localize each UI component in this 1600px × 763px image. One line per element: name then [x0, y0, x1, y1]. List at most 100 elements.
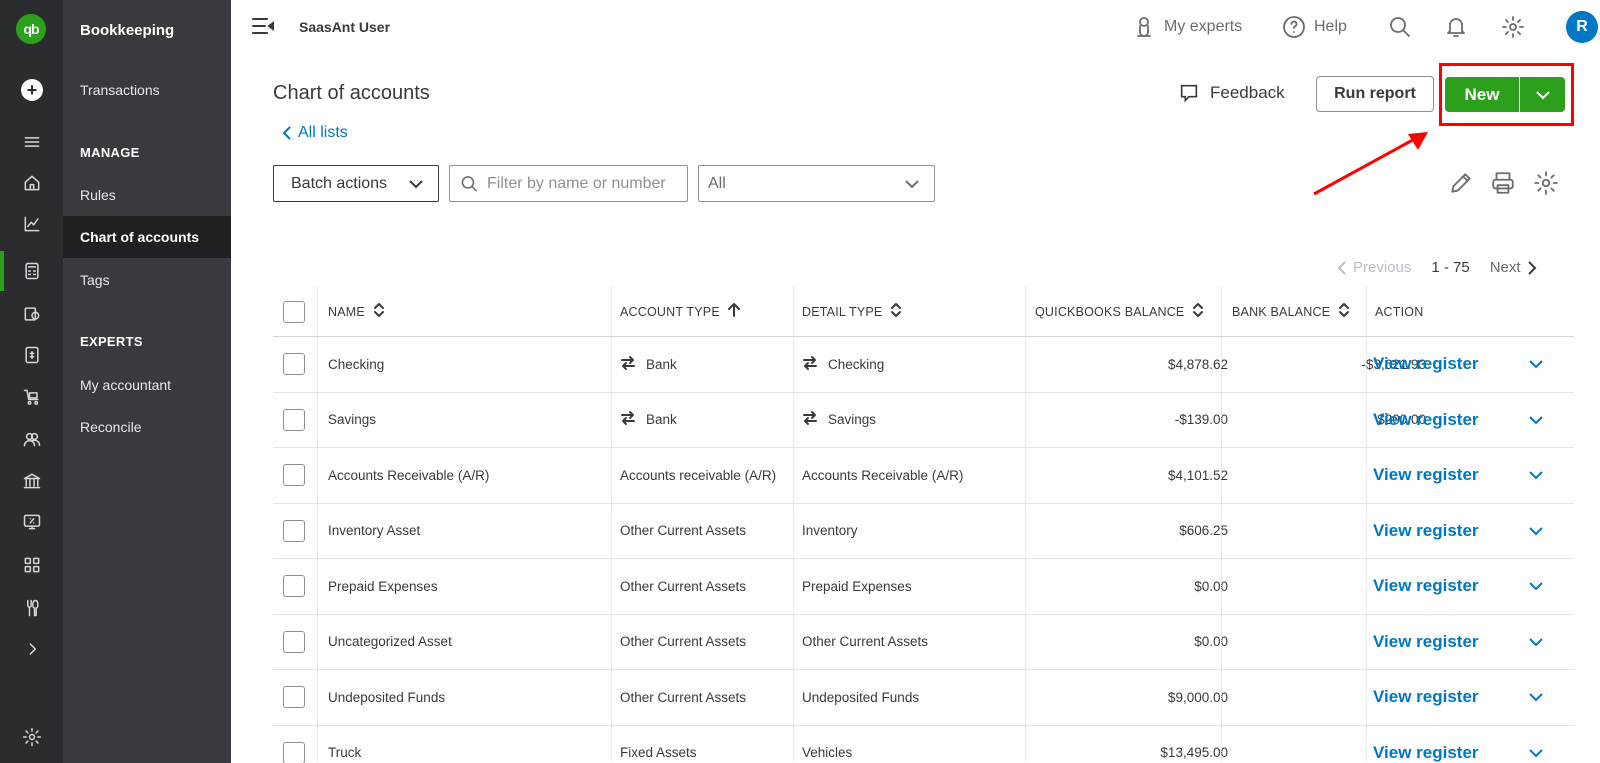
- row-checkbox[interactable]: [283, 464, 305, 487]
- table-row: Inventory Asset Other Current Assets Inv…: [273, 503, 1574, 559]
- run-report-button[interactable]: Run report: [1316, 76, 1434, 112]
- view-register-link[interactable]: View register: [1373, 576, 1479, 596]
- chevron-right-icon[interactable]: [0, 634, 63, 664]
- account-type-filter-select[interactable]: All: [698, 165, 935, 202]
- filter-search-box[interactable]: [449, 165, 688, 202]
- bank-transfer-icon: [802, 410, 818, 429]
- quickbooks-balance: $4,101.52: [1167, 467, 1228, 483]
- row-action-dropdown[interactable]: [1528, 670, 1544, 725]
- sidebar-title: Bookkeeping: [80, 22, 175, 39]
- menu-icon[interactable]: [0, 127, 63, 157]
- row-action-dropdown[interactable]: [1528, 393, 1544, 448]
- bell-icon: [1447, 18, 1465, 37]
- detail-type: Savings: [802, 393, 876, 448]
- view-register-link[interactable]: View register: [1373, 354, 1479, 374]
- help-button[interactable]: Help: [1282, 12, 1347, 42]
- company-name: SaasAnt User: [299, 19, 391, 35]
- row-checkbox[interactable]: [283, 741, 305, 763]
- row-action-dropdown[interactable]: [1528, 559, 1544, 614]
- notifications-button[interactable]: [1444, 12, 1468, 42]
- apps-icon[interactable]: [0, 550, 63, 580]
- edit-button[interactable]: [1448, 170, 1474, 196]
- view-register-link[interactable]: View register: [1373, 687, 1479, 707]
- header-bank-balance[interactable]: BANK BALANCE: [1232, 287, 1352, 336]
- feedback-button[interactable]: Feedback: [1178, 82, 1285, 104]
- row-action-dropdown[interactable]: [1528, 448, 1544, 503]
- quickbooks-logo[interactable]: qb: [16, 14, 46, 44]
- row-checkbox[interactable]: [283, 630, 305, 653]
- bank-transfer-icon: [802, 355, 818, 374]
- bank-icon[interactable]: [0, 466, 63, 496]
- account-type: Other Current Assets: [620, 578, 747, 594]
- previous-page-button[interactable]: Previous: [1337, 259, 1411, 276]
- table-row: Truck Fixed Assets Vehicles $13,495.00 V…: [273, 725, 1574, 763]
- row-action-dropdown[interactable]: [1528, 615, 1544, 670]
- view-register-link[interactable]: View register: [1373, 521, 1479, 541]
- settings-button[interactable]: [1501, 12, 1525, 42]
- next-page-button[interactable]: Next: [1490, 259, 1537, 276]
- tax-icon[interactable]: [0, 507, 63, 537]
- row-checkbox[interactable]: [283, 408, 305, 431]
- header-quickbooks-balance[interactable]: QUICKBOOKS BALANCE: [1035, 287, 1206, 336]
- header-action: ACTION: [1375, 287, 1423, 336]
- sidebar-item-rules[interactable]: Rules: [63, 174, 231, 216]
- batch-actions-dropdown[interactable]: Batch actions: [273, 165, 439, 202]
- search-button[interactable]: [1388, 12, 1412, 42]
- receipt-icon[interactable]: [0, 299, 63, 329]
- filter-search-input[interactable]: [487, 174, 687, 193]
- pagination: Previous 1 - 75 Next: [1337, 259, 1537, 276]
- bank-transfer-icon: [620, 410, 636, 429]
- header-account-type[interactable]: ACCOUNT TYPE: [620, 287, 742, 336]
- row-checkbox[interactable]: [283, 686, 305, 709]
- gear-icon: [1502, 16, 1524, 38]
- print-button[interactable]: [1490, 170, 1516, 196]
- view-register-link[interactable]: View register: [1373, 743, 1479, 763]
- row-checkbox[interactable]: [283, 575, 305, 598]
- gear-icon[interactable]: [0, 722, 63, 752]
- chevron-down-icon: [1529, 527, 1543, 536]
- tools-icon[interactable]: [0, 593, 63, 623]
- sidebar-item-tags[interactable]: Tags: [63, 259, 231, 301]
- table-row: Uncategorized Asset Other Current Assets…: [273, 614, 1574, 670]
- sidebar-item-chart-of-accounts[interactable]: Chart of accounts: [63, 216, 231, 258]
- page-title: Chart of accounts: [273, 82, 430, 104]
- header-action-label: ACTION: [1375, 304, 1424, 319]
- table-row: Prepaid Expenses Other Current Assets Pr…: [273, 559, 1574, 615]
- collapse-menu-icon[interactable]: [251, 16, 275, 36]
- sidebar-item-reconcile[interactable]: Reconcile: [63, 406, 231, 448]
- invoice-icon[interactable]: [0, 340, 63, 370]
- calculator-icon[interactable]: [0, 256, 63, 286]
- chart-icon[interactable]: [0, 209, 63, 239]
- sidebar-item-my-accountant[interactable]: My accountant: [63, 364, 231, 406]
- row-checkbox[interactable]: [283, 353, 305, 376]
- my-experts-button[interactable]: My experts: [1132, 12, 1242, 42]
- view-register-link[interactable]: View register: [1373, 410, 1479, 430]
- select-all-checkbox[interactable]: [283, 300, 305, 323]
- people-icon[interactable]: [0, 424, 63, 454]
- view-register-link[interactable]: View register: [1373, 632, 1479, 652]
- account-type: Other Current Assets: [620, 689, 747, 705]
- table-header-row: NAME ACCOUNT TYPE DETAIL TYPE QUICKBOOKS…: [273, 287, 1574, 337]
- table-settings-button[interactable]: [1533, 170, 1559, 196]
- home-icon[interactable]: [0, 168, 63, 198]
- view-register-link[interactable]: View register: [1373, 465, 1479, 485]
- row-action-dropdown[interactable]: [1528, 337, 1544, 392]
- row-checkbox[interactable]: [283, 519, 305, 542]
- chevron-down-icon: [1529, 749, 1543, 758]
- sidebar-item-transactions[interactable]: Transactions: [63, 69, 231, 111]
- feedback-icon: [1180, 84, 1198, 103]
- row-action-dropdown[interactable]: [1528, 726, 1544, 763]
- header-bank-balance-label: BANK BALANCE: [1232, 304, 1331, 319]
- header-name[interactable]: NAME: [328, 287, 387, 336]
- chevron-down-icon: [905, 179, 919, 188]
- create-new-icon[interactable]: +: [21, 79, 43, 101]
- expert-icon: [1137, 17, 1151, 37]
- row-action-dropdown[interactable]: [1528, 504, 1544, 559]
- chevron-down-icon: [1529, 360, 1543, 369]
- all-lists-link[interactable]: All lists: [282, 124, 348, 142]
- avatar[interactable]: R: [1566, 11, 1598, 43]
- cart-icon[interactable]: [0, 382, 63, 412]
- account-type: Other Current Assets: [620, 634, 747, 650]
- quickbooks-balance: -$139.00: [1174, 412, 1228, 428]
- header-detail-type[interactable]: DETAIL TYPE: [802, 287, 904, 336]
